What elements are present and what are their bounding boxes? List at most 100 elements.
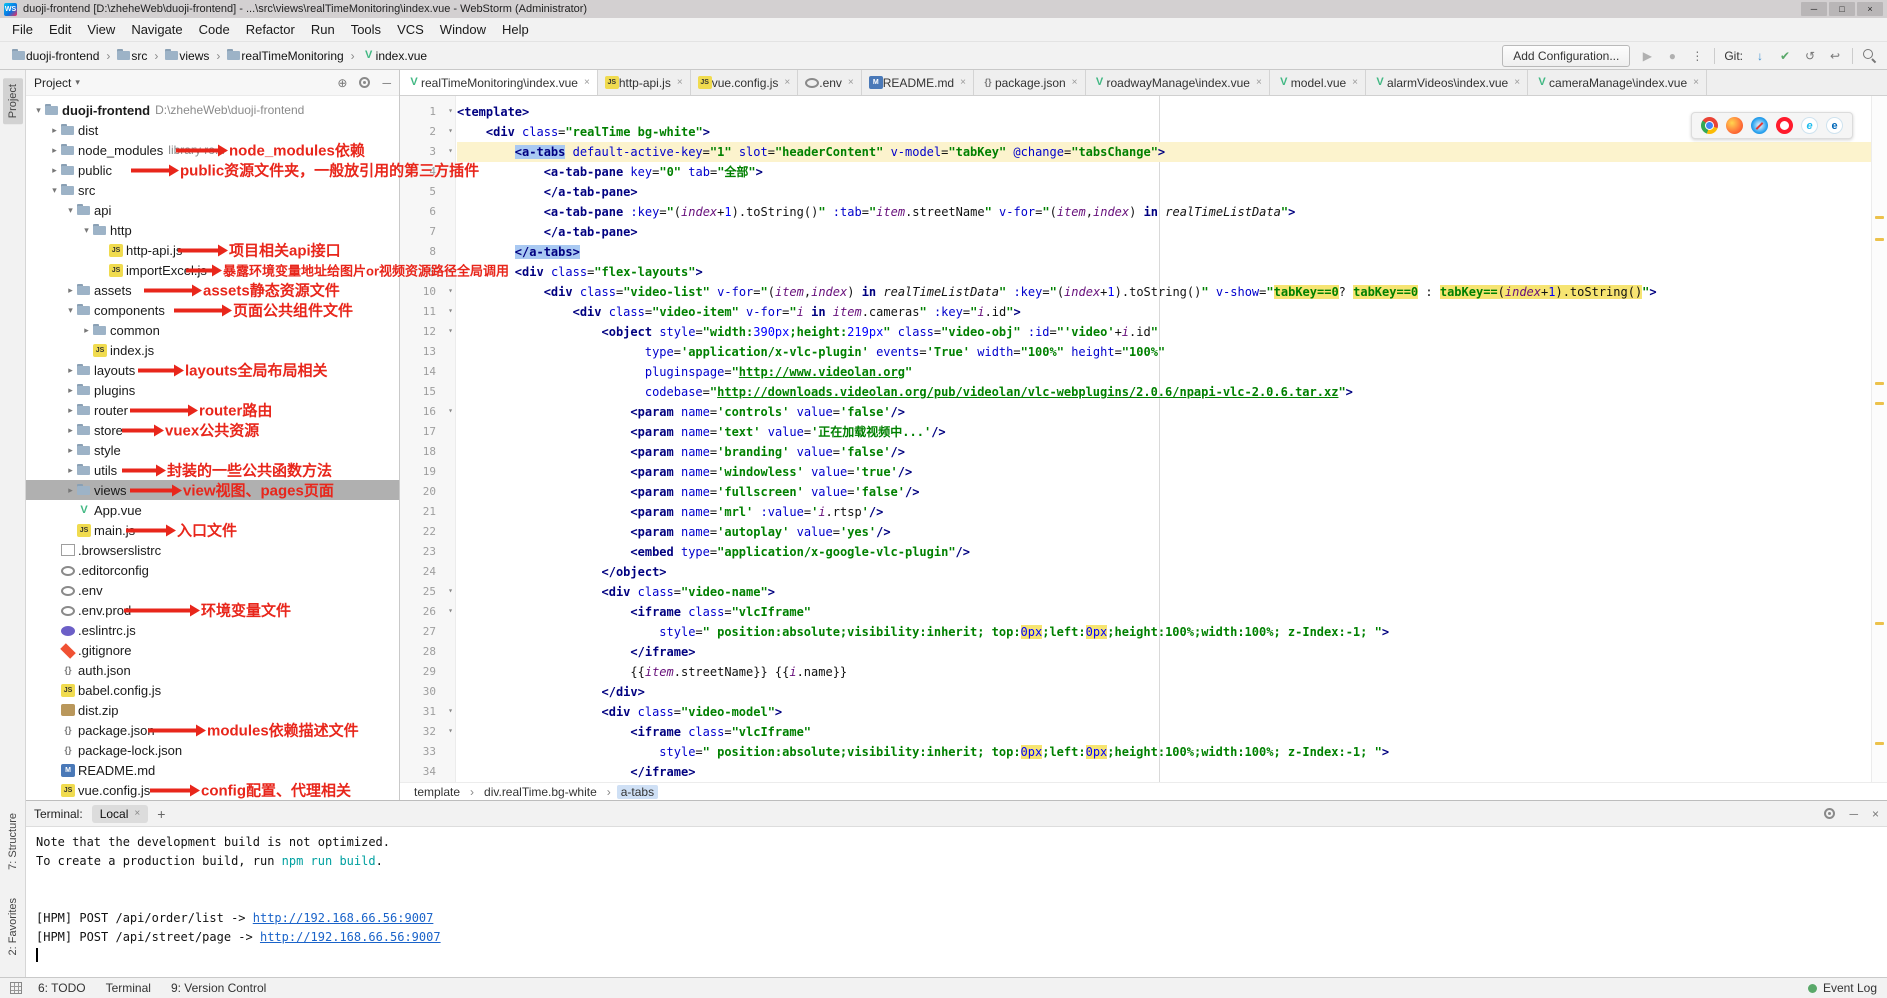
tree-toggle-icon[interactable]: ▸: [64, 485, 77, 496]
close-tab-icon[interactable]: ×: [1072, 77, 1078, 88]
menu-item-vcs[interactable]: VCS: [389, 19, 432, 40]
fold-icon[interactable]: ▾: [448, 706, 453, 715]
hide-panel-icon[interactable]: ─: [382, 76, 391, 90]
tree-item-auth.json[interactable]: {}auth.json: [26, 660, 399, 680]
fold-icon[interactable]: ▾: [448, 406, 453, 415]
tree-item-package.json[interactable]: {}package.jsonmodules依赖描述文件: [26, 720, 399, 740]
structure-toolwindow-tab[interactable]: 7: Structure: [3, 807, 23, 876]
settings-gear-icon[interactable]: [359, 77, 370, 88]
tree-item-README.md[interactable]: MREADME.md: [26, 760, 399, 780]
code-line-2[interactable]: <div class="realTime bg-white">: [457, 122, 1871, 142]
tree-item-components[interactable]: ▾components页面公共组件文件: [26, 300, 399, 320]
git-history-icon[interactable]: ↺: [1802, 49, 1818, 63]
tree-item-node_modules[interactable]: ▸node_moduleslibrary ro...node_modules依赖: [26, 140, 399, 160]
tree-toggle-icon[interactable]: ▸: [48, 125, 61, 136]
fold-icon[interactable]: ▾: [448, 286, 453, 295]
code-line-33[interactable]: style=" position:absolute;visibility:inh…: [457, 742, 1871, 762]
close-tab-icon[interactable]: ×: [1256, 77, 1262, 88]
tree-item-src[interactable]: ▾src: [26, 180, 399, 200]
tree-item-package-lock.json[interactable]: {}package-lock.json: [26, 740, 399, 760]
code-line-34[interactable]: </iframe>: [457, 762, 1871, 782]
breadcrumb-item-index.vue[interactable]: Vindex.vue: [360, 48, 429, 64]
editor-tab-cameraManage\index.vue[interactable]: VcameraManage\index.vue×: [1528, 70, 1707, 95]
code-line-11[interactable]: <div class="video-item" v-for="i in item…: [457, 302, 1871, 322]
fold-icon[interactable]: ▾: [448, 306, 453, 315]
code-line-5[interactable]: </a-tab-pane>: [457, 182, 1871, 202]
tree-item-router[interactable]: ▸routerrouter路由: [26, 400, 399, 420]
tree-item-common[interactable]: ▸common: [26, 320, 399, 340]
git-update-icon[interactable]: ↓: [1752, 49, 1768, 63]
code-line-14[interactable]: pluginspage="http://www.videolan.org": [457, 362, 1871, 382]
tree-item-babel.config.js[interactable]: JSbabel.config.js: [26, 680, 399, 700]
code-line-22[interactable]: <param name='autoplay' value='yes'/>: [457, 522, 1871, 542]
tree-item-.gitignore[interactable]: .gitignore: [26, 640, 399, 660]
terminal-settings-icon[interactable]: [1824, 808, 1835, 819]
new-terminal-session-icon[interactable]: +: [157, 806, 165, 822]
search-icon[interactable]: [1862, 48, 1877, 63]
code-line-31[interactable]: <div class="video-model">: [457, 702, 1871, 722]
opera-browser-icon[interactable]: [1776, 117, 1793, 134]
tree-item-http[interactable]: ▾http: [26, 220, 399, 240]
menu-item-run[interactable]: Run: [303, 19, 343, 40]
code-line-1[interactable]: <template>: [457, 102, 1871, 122]
tree-item-.env[interactable]: .env: [26, 580, 399, 600]
tree-toggle-icon[interactable]: ▸: [64, 285, 77, 296]
stripe-mark[interactable]: [1875, 742, 1884, 745]
menu-item-view[interactable]: View: [79, 19, 123, 40]
maximize-window-button[interactable]: □: [1829, 2, 1855, 16]
tree-item-.browserslistrc[interactable]: .browserslistrc: [26, 540, 399, 560]
error-stripe[interactable]: [1871, 96, 1887, 782]
code-line-4[interactable]: <a-tab-pane key="0" tab="全部">: [457, 162, 1871, 182]
tree-item-vue.config.js[interactable]: JSvue.config.jsconfig配置、代理相关: [26, 780, 399, 800]
fold-icon[interactable]: ▾: [448, 126, 453, 135]
breadcrumb-item-realTimeMonitoring[interactable]: realTimeMonitoring: [225, 48, 345, 64]
menu-item-window[interactable]: Window: [432, 19, 494, 40]
menu-item-code[interactable]: Code: [191, 19, 238, 40]
breadcrumb-item-duoji-frontend[interactable]: duoji-frontend: [10, 48, 101, 64]
tree-toggle-icon[interactable]: ▸: [64, 445, 77, 456]
stripe-mark[interactable]: [1875, 216, 1884, 219]
breadcrumb-item-views[interactable]: views: [163, 48, 211, 64]
code-line-25[interactable]: <div class="video-name">: [457, 582, 1871, 602]
tree-item-duoji-frontend[interactable]: ▾duoji-frontendD:\zheheWeb\duoji-fronten…: [26, 100, 399, 120]
editor-tab-model.vue[interactable]: Vmodel.vue×: [1270, 70, 1366, 95]
chevron-down-icon[interactable]: ▾: [75, 77, 80, 88]
statusbar-6-todo[interactable]: 6: TODO: [38, 981, 86, 995]
tree-toggle-icon[interactable]: ▾: [80, 225, 93, 236]
editor-tab-roadwayManage\index.vue[interactable]: VroadwayManage\index.vue×: [1086, 70, 1270, 95]
code-line-15[interactable]: codebase="http://downloads.videolan.org/…: [457, 382, 1871, 402]
code-line-21[interactable]: <param name='mrl' :value='i.rtsp'/>: [457, 502, 1871, 522]
tree-item-App.vue[interactable]: VApp.vue: [26, 500, 399, 520]
tree-toggle-icon[interactable]: ▸: [48, 145, 61, 156]
code-line-9[interactable]: <div class="flex-layouts">: [457, 262, 1871, 282]
menu-item-edit[interactable]: Edit: [41, 19, 79, 40]
code-line-27[interactable]: style=" position:absolute;visibility:inh…: [457, 622, 1871, 642]
menu-item-help[interactable]: Help: [494, 19, 537, 40]
statusbar-9-version-control[interactable]: 9: Version Control: [171, 981, 266, 995]
breadcrumb-item-src[interactable]: src: [115, 48, 149, 64]
menu-item-navigate[interactable]: Navigate: [123, 19, 190, 40]
code-line-24[interactable]: </object>: [457, 562, 1871, 582]
tree-item-main.js[interactable]: JSmain.js入口文件: [26, 520, 399, 540]
tree-item-http-api.js[interactable]: JShttp-api.js项目相关api接口: [26, 240, 399, 260]
fold-icon[interactable]: ▾: [448, 266, 453, 275]
code-line-29[interactable]: {{item.streetName}} {{i.name}}: [457, 662, 1871, 682]
tree-item-store[interactable]: ▸storevuex公共资源: [26, 420, 399, 440]
event-log-button[interactable]: Event Log: [1823, 981, 1877, 995]
code-area[interactable]: <template> <div class="realTime bg-white…: [457, 102, 1871, 782]
minimize-window-button[interactable]: ─: [1801, 2, 1827, 16]
close-window-button[interactable]: ×: [1857, 2, 1883, 16]
terminal-link[interactable]: http://192.168.66.56:9007: [260, 930, 441, 944]
tree-item-public[interactable]: ▸publicpublic资源文件夹，一般放引用的第三方插件: [26, 160, 399, 180]
tree-item-index.js[interactable]: JSindex.js: [26, 340, 399, 360]
more-actions-icon[interactable]: ⋮: [1689, 49, 1705, 63]
tree-toggle-icon[interactable]: ▸: [64, 405, 77, 416]
menu-item-tools[interactable]: Tools: [343, 19, 389, 40]
terminal-tab-local[interactable]: Local ×: [92, 805, 149, 823]
terminal-link[interactable]: http://192.168.66.56:9007: [253, 911, 434, 925]
tree-item-.editorconfig[interactable]: .editorconfig: [26, 560, 399, 580]
close-tab-icon[interactable]: ×: [848, 77, 854, 88]
editor-tab-http-api.js[interactable]: JShttp-api.js×: [598, 70, 691, 95]
code-line-26[interactable]: <iframe class="vlcIframe": [457, 602, 1871, 622]
code-line-3[interactable]: <a-tabs default-active-key="1" slot="hea…: [457, 142, 1871, 162]
